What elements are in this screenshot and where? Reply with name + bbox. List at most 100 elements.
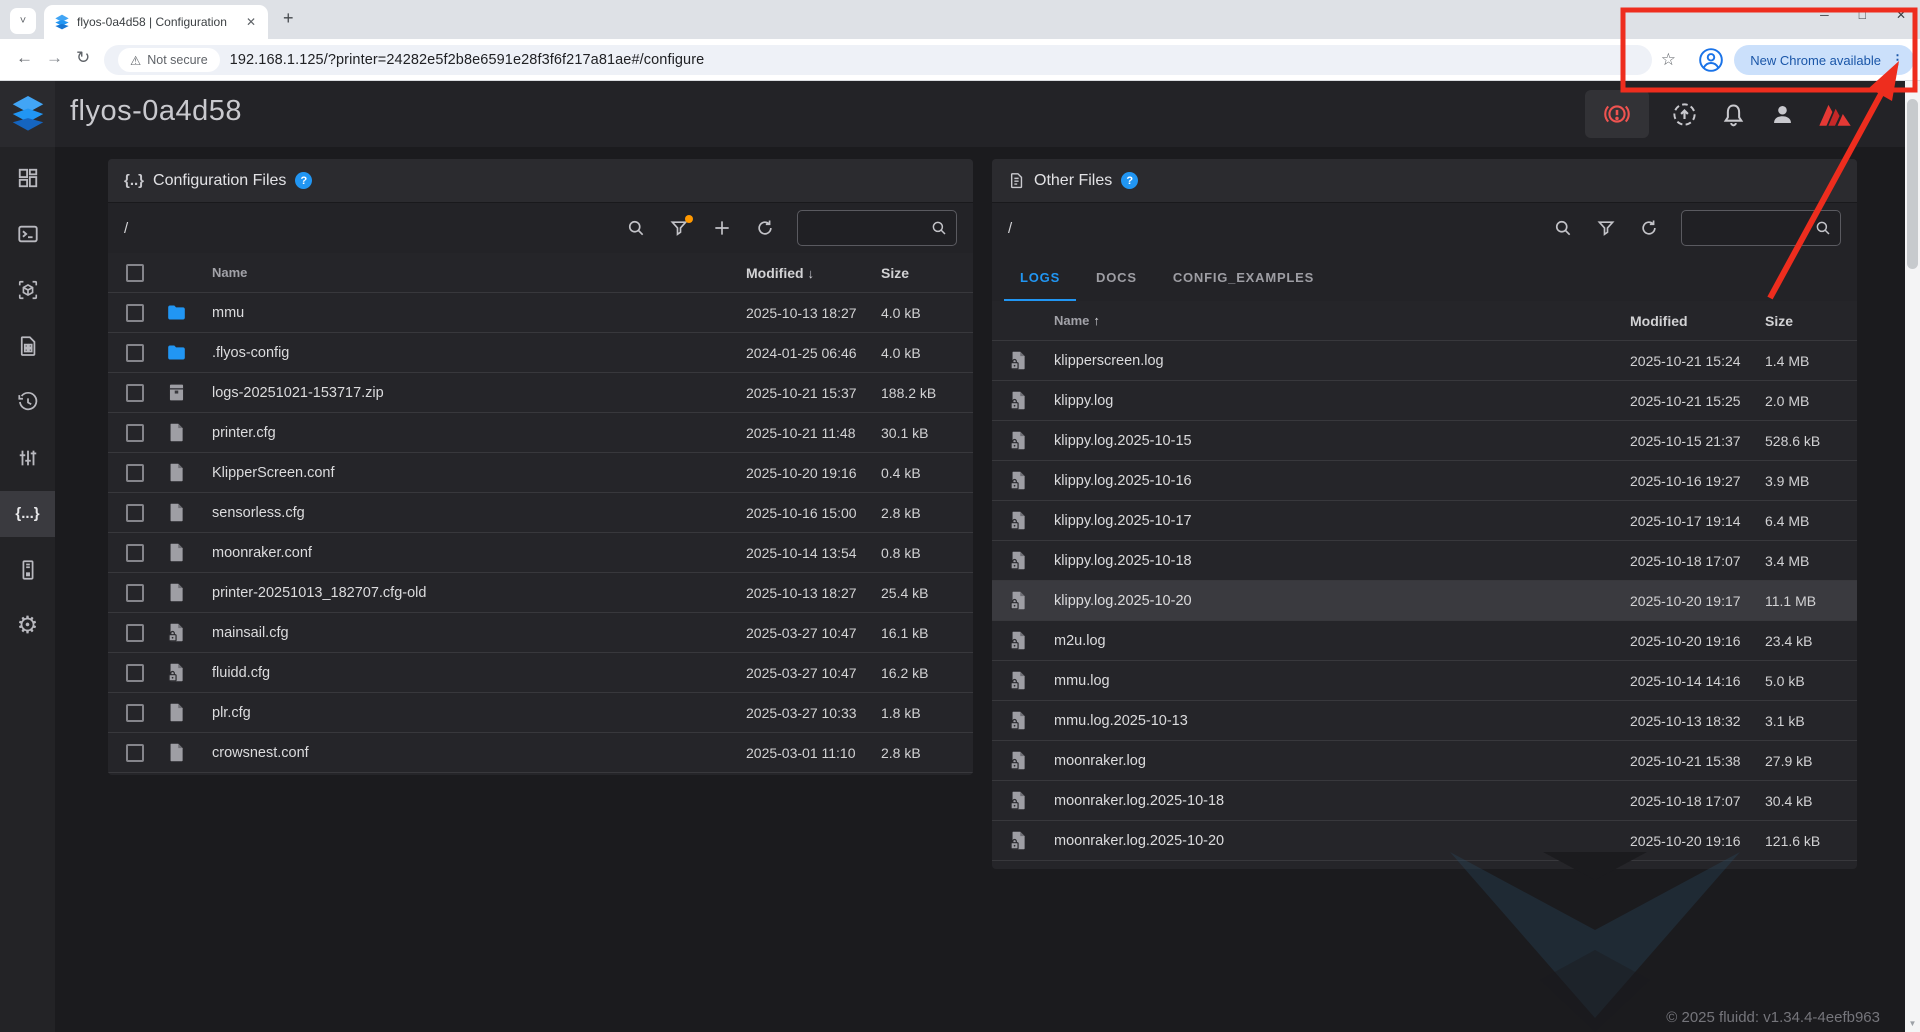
forward-icon[interactable]: → (46, 48, 63, 68)
table-row[interactable]: moonraker.log.2025-10-18 2025-10-18 17:0… (992, 781, 1857, 821)
file-search-input[interactable] (797, 210, 957, 246)
table-row[interactable]: klipperscreen.log 2025-10-21 15:24 1.4 M… (992, 341, 1857, 381)
sidebar-item-tune[interactable] (0, 435, 55, 481)
file-name: mainsail.cfg (212, 625, 746, 641)
column-name[interactable]: Name↑ (1054, 313, 1630, 328)
scrollbar-thumb[interactable] (1907, 99, 1918, 269)
column-modified[interactable]: Modified↓ (746, 265, 881, 281)
sidebar-item-gcode-preview[interactable] (0, 267, 55, 313)
tab-search-button[interactable]: ˅ (10, 8, 36, 34)
fluidd-logo[interactable] (0, 81, 55, 147)
update-status-icon[interactable] (1671, 101, 1698, 128)
table-row[interactable]: mmu 2025-10-13 18:27 4.0 kB (108, 293, 973, 333)
row-checkbox[interactable] (126, 384, 166, 402)
row-checkbox[interactable] (126, 704, 166, 722)
table-row[interactable]: klippy.log.2025-10-16 2025-10-16 19:27 3… (992, 461, 1857, 501)
search-icon[interactable] (626, 218, 646, 238)
table-row[interactable]: mainsail.cfg 2025-03-27 10:47 16.1 kB (108, 613, 973, 653)
new-tab-button[interactable]: + (283, 9, 294, 27)
file-search-input[interactable] (1681, 210, 1841, 246)
filter-icon[interactable] (669, 218, 689, 238)
table-row[interactable]: moonraker.log 2025-10-21 15:38 27.9 kB (992, 741, 1857, 781)
tab-docs[interactable]: DOCS (1080, 255, 1153, 301)
table-row[interactable]: plr.cfg 2025-03-27 10:33 1.8 kB (108, 693, 973, 733)
row-checkbox[interactable] (126, 544, 166, 562)
table-row[interactable]: logs-20251021-153717.zip 2025-10-21 15:3… (108, 373, 973, 413)
sidebar-item-settings[interactable]: ⚙ (0, 603, 55, 649)
help-icon[interactable]: ? (1121, 172, 1138, 189)
sidebar-item-jobs[interactable] (0, 323, 55, 369)
search-icon[interactable] (1553, 218, 1573, 238)
tab-close-icon[interactable]: ✕ (242, 15, 260, 29)
table-row[interactable]: fluidd.cfg 2025-03-27 10:47 16.2 kB (108, 653, 973, 693)
table-row[interactable]: m2u.log 2025-10-20 19:16 23.4 kB (992, 621, 1857, 661)
scroll-down-icon[interactable]: ▼ (1905, 1019, 1920, 1028)
table-row[interactable]: mmu.log 2025-10-14 14:16 5.0 kB (992, 661, 1857, 701)
row-checkbox[interactable] (126, 344, 166, 362)
search-input[interactable] (1690, 221, 1814, 236)
brand-logo-icon[interactable] (1818, 99, 1852, 129)
sidebar-item-system[interactable] (0, 547, 55, 593)
user-icon[interactable] (1769, 101, 1796, 128)
table-row[interactable]: klippy.log.2025-10-20 2025-10-20 19:17 1… (992, 581, 1857, 621)
table-row[interactable]: sensorless.cfg 2025-10-16 15:00 2.8 kB (108, 493, 973, 533)
search-input[interactable] (806, 221, 930, 236)
reload-icon[interactable]: ↻ (76, 48, 90, 68)
file-size: 30.4 kB (1765, 793, 1857, 809)
refresh-icon[interactable] (1639, 218, 1659, 238)
chrome-update-button[interactable]: New Chrome available ⋮ (1734, 45, 1914, 75)
table-row[interactable]: crowsnest.conf 2025-03-01 11:10 2.8 kB (108, 733, 973, 773)
row-checkbox[interactable] (126, 624, 166, 642)
tab-logs[interactable]: LOGS (1004, 255, 1076, 301)
scroll-up-icon[interactable]: ▲ (1905, 85, 1920, 94)
notifications-bell-icon[interactable] (1720, 101, 1747, 128)
table-row[interactable]: printer.cfg 2025-10-21 11:48 30.1 kB (108, 413, 973, 453)
row-checkbox[interactable] (126, 504, 166, 522)
file-size: 3.4 MB (1765, 553, 1857, 569)
table-row[interactable]: klippy.log.2025-10-18 2025-10-18 17:07 3… (992, 541, 1857, 581)
column-modified[interactable]: Modified (1630, 313, 1765, 329)
help-icon[interactable]: ? (295, 172, 312, 189)
browser-menu-icon[interactable]: ⋮ (1891, 52, 1904, 68)
select-all-checkbox[interactable] (126, 264, 166, 282)
security-chip[interactable]: ⚠ Not secure (118, 48, 220, 72)
row-checkbox[interactable] (126, 424, 166, 442)
column-name[interactable]: Name (212, 265, 746, 280)
browser-tab[interactable]: flyos-0a4d58 | Configuration ✕ (44, 5, 268, 39)
tab-config_examples[interactable]: CONFIG_EXAMPLES (1157, 255, 1330, 301)
page-scrollbar[interactable]: ▲ ▼ (1905, 81, 1920, 1032)
table-row[interactable]: printer-20251013_182707.cfg-old 2025-10-… (108, 573, 973, 613)
table-row[interactable]: .flyos-config 2024-01-25 06:46 4.0 kB (108, 333, 973, 373)
table-row[interactable]: klippy.log 2025-10-21 15:25 2.0 MB (992, 381, 1857, 421)
console-icon (17, 223, 39, 245)
row-checkbox[interactable] (126, 744, 166, 762)
row-checkbox[interactable] (126, 664, 166, 682)
table-row[interactable]: mmu.log.2025-10-13 2025-10-13 18:32 3.1 … (992, 701, 1857, 741)
sidebar-item-dashboard[interactable] (0, 155, 55, 201)
row-checkbox[interactable] (126, 584, 166, 602)
table-row[interactable]: moonraker.log.2025-10-20 2025-10-20 19:1… (992, 821, 1857, 861)
table-row[interactable]: moonraker.conf 2025-10-14 13:54 0.8 kB (108, 533, 973, 573)
window-close-icon[interactable]: ✕ (1896, 8, 1906, 22)
column-size[interactable]: Size (881, 265, 973, 281)
bookmark-star-icon[interactable]: ☆ (1661, 50, 1676, 70)
column-size[interactable]: Size (1765, 313, 1857, 329)
table-row[interactable]: klippy.log.2025-10-17 2025-10-17 19:14 6… (992, 501, 1857, 541)
filter-icon[interactable] (1596, 218, 1616, 238)
sidebar-item-console[interactable] (0, 211, 55, 257)
table-row[interactable]: KlipperScreen.conf 2025-10-20 19:16 0.4 … (108, 453, 973, 493)
window-minimize-icon[interactable]: ─ (1820, 8, 1829, 22)
emergency-stop-icon (1603, 100, 1631, 128)
back-icon[interactable]: ← (16, 48, 33, 68)
sidebar-item-configuration[interactable]: {...} (0, 491, 55, 537)
window-maximize-icon[interactable]: □ (1859, 8, 1866, 22)
profile-icon[interactable] (1698, 47, 1724, 78)
refresh-icon[interactable] (755, 218, 775, 238)
sidebar-item-history[interactable] (0, 379, 55, 425)
table-row[interactable]: klippy.log.2025-10-15 2025-10-15 21:37 5… (992, 421, 1857, 461)
row-checkbox[interactable] (126, 464, 166, 482)
emergency-stop-button[interactable] (1585, 90, 1649, 138)
add-file-icon[interactable] (712, 218, 732, 238)
row-checkbox[interactable] (126, 304, 166, 322)
address-bar[interactable]: ⚠ Not secure 192.168.1.125/?printer=2428… (104, 45, 1652, 75)
